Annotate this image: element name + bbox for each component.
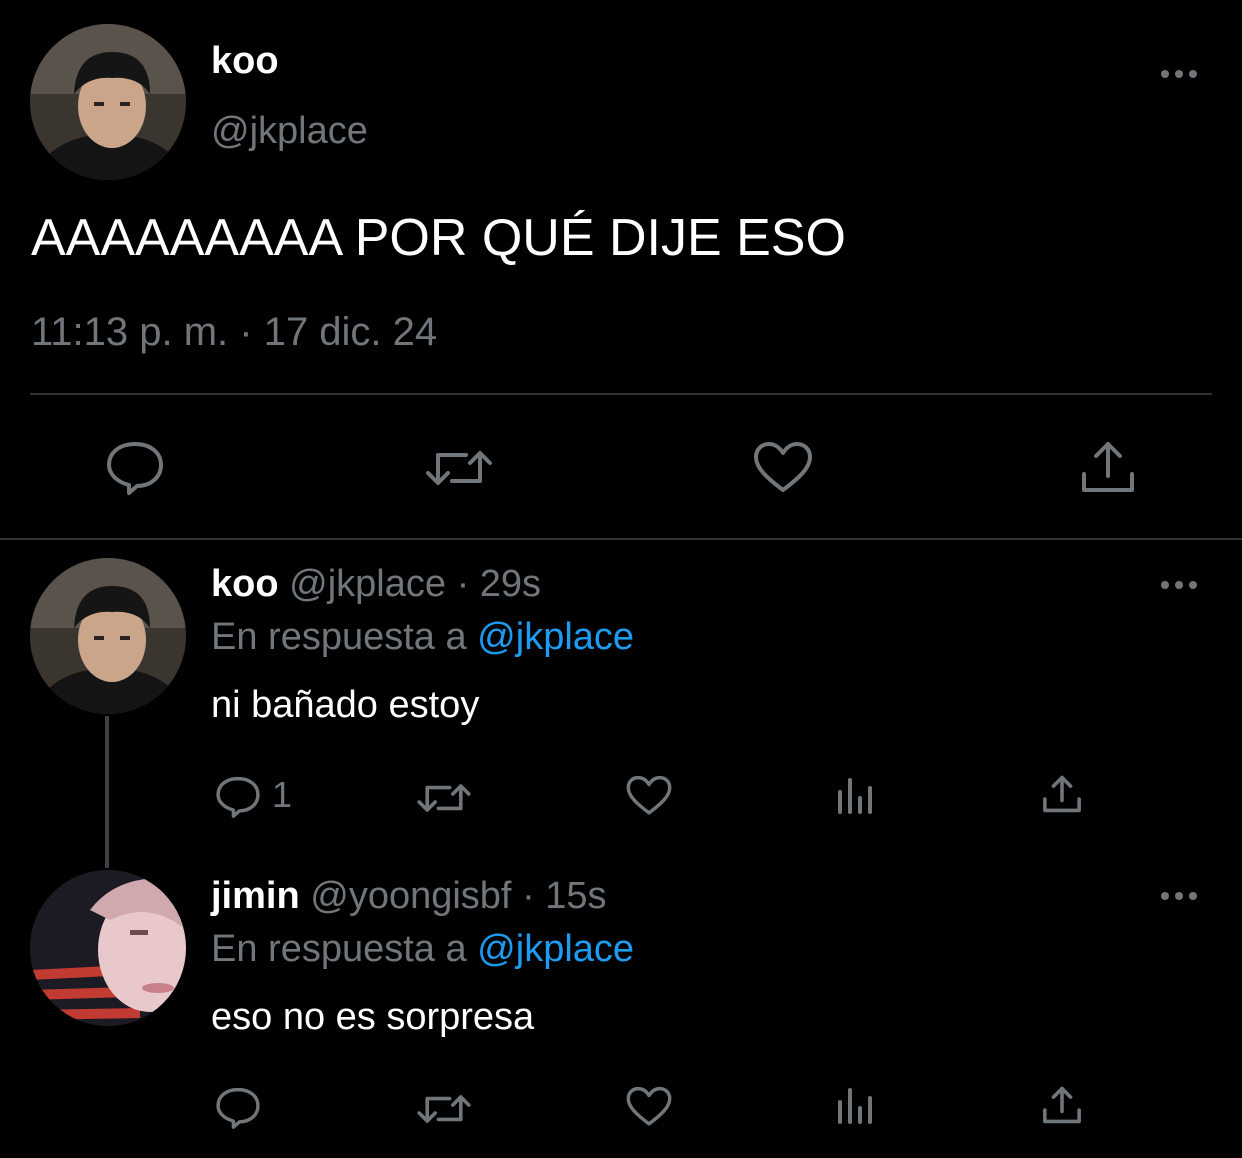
reply-context: En respuesta a @jkplace (211, 928, 634, 971)
time[interactable]: · 29s (457, 563, 541, 605)
reply-icon[interactable] (215, 775, 261, 819)
more-options-icon[interactable] (1160, 575, 1200, 595)
reply-header: koo @jkplace · 29s (211, 563, 541, 606)
avatar[interactable] (30, 558, 186, 714)
tweet-text: ni bañado estoy (211, 684, 480, 726)
share-icon[interactable] (1042, 1085, 1082, 1125)
reply-context: En respuesta a @jkplace (211, 616, 634, 659)
like-icon[interactable] (753, 442, 813, 494)
retweet-icon[interactable] (416, 778, 472, 818)
more-options-icon[interactable] (1160, 64, 1200, 84)
display-name[interactable]: jimin (211, 875, 300, 917)
avatar[interactable] (30, 870, 186, 1026)
avatar[interactable] (30, 24, 186, 180)
timestamp[interactable]: 11:13 p. m. · 17 dic. 24 (31, 310, 437, 355)
analytics-icon[interactable] (836, 776, 878, 816)
thread-line (105, 716, 109, 868)
reply-prefix: En respuesta a (211, 928, 467, 970)
more-options-icon[interactable] (1160, 886, 1200, 906)
like-icon[interactable] (626, 775, 672, 817)
reply-icon[interactable] (215, 1086, 261, 1130)
reply-prefix: En respuesta a (211, 616, 467, 658)
reply-count: 1 (272, 774, 293, 815)
mention-link[interactable]: @jkplace (477, 928, 634, 970)
share-icon[interactable] (1042, 774, 1082, 814)
share-icon[interactable] (1080, 440, 1136, 494)
display-name[interactable]: koo (211, 563, 279, 605)
reply-header: jimin @yoongisbf · 15s (211, 875, 607, 918)
retweet-icon[interactable] (424, 443, 494, 493)
analytics-icon[interactable] (836, 1086, 878, 1126)
reply-icon[interactable] (105, 440, 165, 496)
mention-link[interactable]: @jkplace (477, 616, 634, 658)
handle[interactable]: @yoongisbf (310, 875, 511, 917)
retweet-icon[interactable] (416, 1089, 472, 1129)
tweet-text: AAAAAAAAA POR QUÉ DIJE ESO (31, 209, 846, 267)
handle[interactable]: @jkplace (211, 110, 368, 153)
time[interactable]: · 15s (522, 875, 606, 917)
like-icon[interactable] (626, 1086, 672, 1128)
section-divider (0, 538, 1242, 540)
tweet-text: eso no es sorpresa (211, 996, 535, 1038)
handle[interactable]: @jkplace (289, 563, 446, 605)
display-name[interactable]: koo (211, 40, 279, 83)
divider (30, 393, 1212, 395)
